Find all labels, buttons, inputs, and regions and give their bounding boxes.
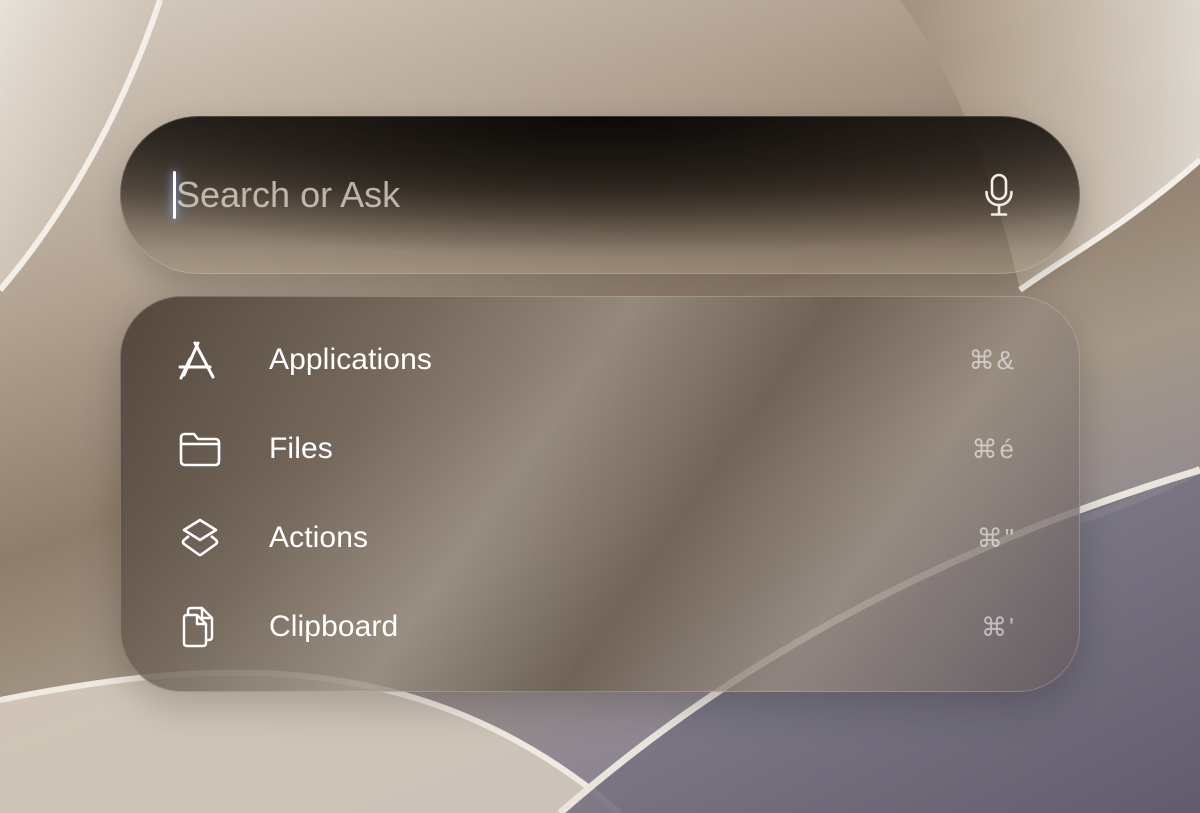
microphone-icon — [985, 173, 1013, 216]
result-shortcut: ⌘" — [976, 522, 1016, 553]
desktop: Applications ⌘& Files ⌘é Actions ⌘" — [0, 0, 1200, 813]
clipboard-icon — [174, 601, 226, 653]
microphone-button[interactable] — [982, 172, 1016, 218]
result-label: Actions — [269, 521, 369, 554]
result-item-files[interactable]: Files ⌘é — [120, 411, 1080, 487]
result-item-actions[interactable]: Actions ⌘" — [120, 500, 1080, 576]
search-bar[interactable] — [120, 116, 1080, 274]
result-label: Clipboard — [269, 610, 399, 643]
app-store-icon — [174, 334, 226, 386]
result-label: Files — [269, 432, 333, 465]
folder-icon — [174, 423, 226, 475]
result-shortcut: ⌘é — [971, 433, 1016, 464]
result-label: Applications — [269, 343, 432, 376]
result-shortcut: ⌘& — [968, 344, 1016, 375]
result-shortcut: ⌘' — [981, 611, 1016, 642]
layers-icon — [174, 512, 226, 564]
results-panel: Applications ⌘& Files ⌘é Actions ⌘" Clip… — [120, 296, 1080, 692]
result-item-clipboard[interactable]: Clipboard ⌘' — [120, 589, 1080, 665]
search-input[interactable] — [176, 166, 956, 224]
result-item-applications[interactable]: Applications ⌘& — [120, 322, 1080, 398]
